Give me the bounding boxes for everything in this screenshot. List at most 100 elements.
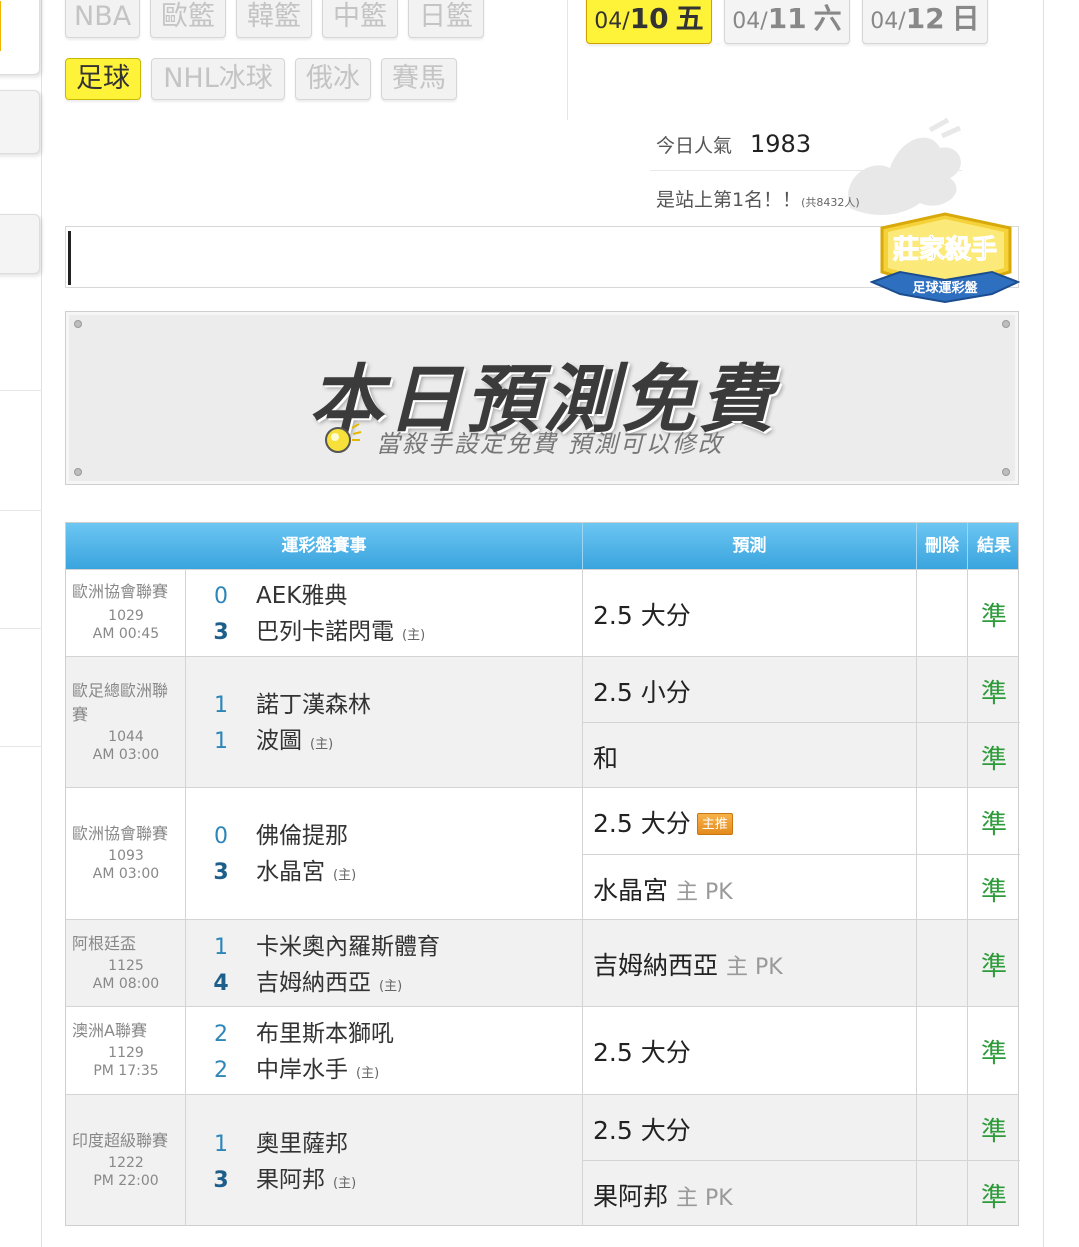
date-prefix: 04/ [732,9,768,34]
league-cell: 印度超級聯賽 1222 PM 22:00 [66,1095,186,1225]
league-name: 歐洲協會聯賽 [72,582,169,601]
header-delete: 刪除 [917,523,968,569]
divider [917,1160,967,1226]
prediction-item: 2.5 大分 [583,1095,916,1160]
away-team-row: 1 卡米奧內羅斯體育 [186,929,440,965]
tab-japan-basketball[interactable]: 日籃 [408,0,484,38]
sidebar-card[interactable] [0,214,40,274]
prediction-extra: 主 PK [675,1186,733,1211]
game-time: AM 00:45 [92,626,160,642]
tab-nhl-hockey[interactable]: NHL冰球 [151,58,285,100]
divider [650,170,962,171]
prediction-pick: 果阿邦 [593,1182,669,1211]
away-team[interactable]: 布里斯本獅吼 [256,1021,394,1047]
prediction-item: 吉姆納西亞 主 PK [583,920,916,1007]
sidebar-card[interactable] [0,0,40,75]
table-row: 阿根廷盃 1125 AM 08:00 1 卡米奧內羅斯體育 4 吉姆納西亞 (主) 吉… [66,919,1018,1006]
home-team-row: 3 水晶宮 (主) [186,854,356,890]
delete-cell[interactable] [917,788,968,919]
date-tab-0412[interactable]: 04/12 日 [862,0,988,44]
home-team[interactable]: 中岸水手 [256,1057,348,1083]
prediction-extra: 主 PK [725,955,783,980]
badge-subtitle: 足球運彩盤 [912,280,978,296]
popularity-count: 1983 [750,130,812,158]
away-score: 0 [214,584,228,609]
tab-nba[interactable]: NBA [65,0,140,38]
date-prefix: 04/ [594,9,630,34]
league-name: 歐足總歐洲聯賽 [72,681,169,724]
home-team-row: 3 巴列卡諾閃電 (主) [186,614,425,650]
prediction-cell: 2.5 大分 [583,1007,917,1094]
delete-cell[interactable] [917,657,968,787]
prediction-cell: 2.5 大分 [583,570,917,656]
date-tab-0411[interactable]: 04/11 六 [724,0,850,44]
prediction-cell: 2.5 大分 果阿邦 主 PK [583,1095,917,1225]
featured-pick-tag: 主推 [696,813,733,835]
screw-icon [74,468,82,476]
left-sidebar-edge [0,0,42,1247]
home-team[interactable]: 吉姆納西亞 [256,970,371,996]
popularity-label: 今日人氣 [656,135,733,157]
result-cell: 準 [968,1007,1020,1094]
sidebar-card[interactable] [0,90,40,154]
home-team[interactable]: 果阿邦 [256,1167,325,1193]
tab-euro-basketball[interactable]: 歐籃 [150,0,226,38]
delete-cell[interactable] [917,920,968,1006]
match-cell: 0 AEK雅典 3 巴列卡諾閃電 (主) [186,570,583,656]
prediction-item: 2.5 大分 主推 [583,788,916,854]
prediction-item: 2.5 大分 [583,1007,916,1095]
game-time: AM 08:00 [92,976,160,992]
home-score: 3 [213,860,229,885]
away-team[interactable]: AEK雅典 [256,583,347,609]
table-row: 澳洲A聯賽 1129 PM 17:35 2 布里斯本獅吼 2 中岸水手 (主) 2.5… [66,1006,1018,1094]
result-cell: 準 準 [968,788,1020,919]
home-team[interactable]: 水晶宮 [256,859,325,885]
tab-china-basketball[interactable]: 中籃 [322,0,398,38]
delete-cell[interactable] [917,570,968,656]
league-cell: 澳洲A聯賽 1129 PM 17:35 [66,1007,186,1094]
match-cell: 2 布里斯本獅吼 2 中岸水手 (主) [186,1007,583,1094]
header-match: 運彩盤賽事 [66,523,583,569]
date-prefix: 04/ [870,9,906,34]
delete-cell[interactable] [917,1007,968,1094]
rank-total: (共8432人) [801,196,860,209]
match-cell: 1 諾丁漢森林 1 波圖 (主) [186,657,583,787]
delete-cell[interactable] [917,1095,968,1225]
tab-horse-racing[interactable]: 賽馬 [381,58,457,100]
away-team[interactable]: 諾丁漢森林 [256,692,371,718]
popularity-today: 今日人氣 1983 [656,130,811,158]
date-weekday: 六 [813,2,842,35]
tab-soccer[interactable]: 足球 [65,58,141,100]
prediction-extra: 主 PK [675,880,733,905]
result-mark: 準 [980,602,1007,632]
right-frame-edge [1043,0,1044,1247]
away-team[interactable]: 卡米奧內羅斯體育 [256,934,440,960]
result-mark: 準 [980,679,1007,709]
result-mark: 準 [980,1117,1007,1147]
home-team[interactable]: 巴列卡諾閃電 [256,619,394,645]
away-score: 1 [214,1132,228,1157]
away-team[interactable]: 奧里薩邦 [256,1131,348,1157]
home-marker: (主) [356,1066,380,1081]
home-team[interactable]: 波圖 [256,728,302,754]
game-time: PM 22:00 [93,1173,159,1189]
home-marker: (主) [402,628,426,643]
league-name: 阿根廷盃 [72,934,137,953]
home-score: 3 [213,1168,229,1193]
divider: 準 [968,854,1020,920]
tab-russia-hockey[interactable]: 俄冰 [295,58,371,100]
header-prediction: 預測 [583,523,917,569]
home-score: 2 [214,1058,228,1083]
away-team-row: 1 奧里薩邦 [186,1126,348,1162]
date-tab-0410[interactable]: 04/10 五 [586,0,712,44]
away-team[interactable]: 佛倫提那 [256,823,348,849]
match-cell: 0 佛倫提那 3 水晶宮 (主) [186,788,583,919]
prediction-cell: 2.5 小分 和 [583,657,917,787]
prediction-pick-row: 吉姆納西亞 主 PK [593,946,783,982]
divider [917,722,967,788]
prediction-pick: 2.5 小分 [593,678,691,707]
divider [0,628,42,629]
tab-korea-basketball[interactable]: 韓籃 [236,0,312,38]
game-id: 1129 [108,1045,144,1061]
home-team-row: 4 吉姆納西亞 (主) [186,965,402,1001]
